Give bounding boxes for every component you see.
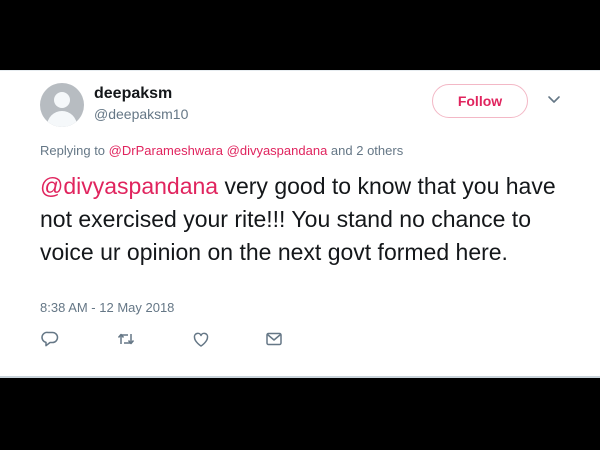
tweet-mention[interactable]: @divyaspandana	[40, 173, 218, 199]
message-icon[interactable]	[264, 329, 284, 349]
user-handle[interactable]: @deepaksm10	[94, 106, 188, 122]
avatar-body-shape	[47, 111, 77, 127]
retweet-icon[interactable]	[116, 329, 136, 349]
chevron-down-icon[interactable]	[545, 93, 563, 107]
replying-suffix: and 2 others	[330, 143, 404, 158]
follow-button[interactable]: Follow	[432, 84, 528, 118]
replying-mention-divyaspandana[interactable]: @divyaspandana	[227, 143, 328, 158]
replying-mention-drparameshwara[interactable]: @DrParameshwara	[109, 143, 223, 158]
reply-icon[interactable]	[40, 329, 60, 349]
avatar[interactable]	[40, 83, 84, 127]
replying-to-line: Replying to @DrParameshwara @divyaspanda…	[40, 143, 403, 158]
tweet-text: @divyaspandana very good to know that yo…	[40, 170, 580, 269]
avatar-head-shape	[54, 92, 70, 108]
like-icon[interactable]	[191, 329, 211, 349]
replying-prefix: Replying to	[40, 143, 106, 158]
tweet-card: deepaksm @deepaksm10 Follow Replying to …	[0, 70, 600, 378]
tweet-timestamp[interactable]: 8:38 AM - 12 May 2018	[40, 300, 174, 315]
user-display-name[interactable]: deepaksm	[94, 85, 172, 103]
